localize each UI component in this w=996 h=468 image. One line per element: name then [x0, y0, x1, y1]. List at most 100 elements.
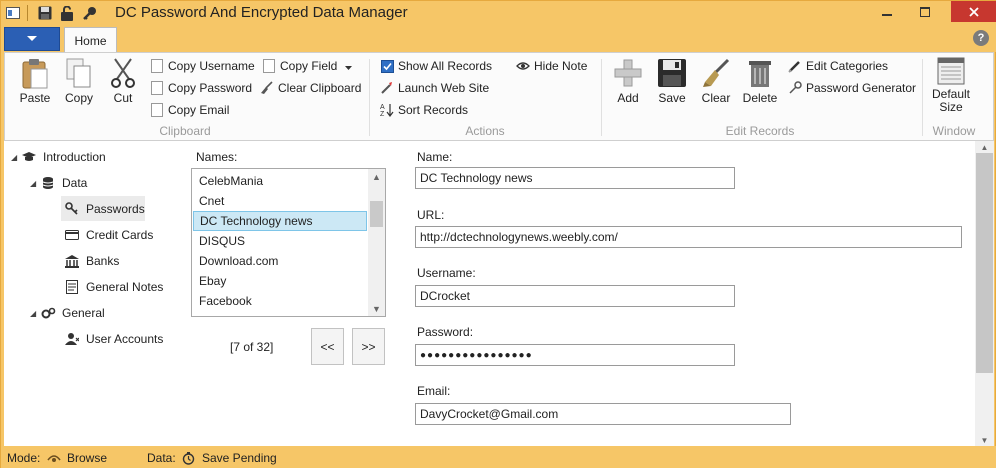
tree-item-passwords[interactable]: Passwords: [64, 199, 145, 219]
copy-button[interactable]: Copy: [59, 57, 99, 109]
password-generator-button[interactable]: Password Generator: [787, 79, 916, 97]
credit-card-icon: [64, 227, 80, 243]
group-label-actions: Actions: [465, 124, 505, 138]
group-label-window: Window: [932, 124, 976, 138]
list-item-selected[interactable]: DC Technology news: [193, 211, 367, 231]
tree-item-banks[interactable]: Banks: [64, 251, 119, 271]
copy-username-button[interactable]: Copy Username: [149, 57, 255, 75]
copy-icon: [63, 57, 95, 89]
edit-categories-button[interactable]: Edit Categories: [787, 57, 888, 75]
scrollbar-thumb[interactable]: [976, 153, 993, 373]
collapse-arrow-icon[interactable]: ◢: [30, 179, 40, 188]
title-bar: DC Password And Encrypted Data Manager: [1, 1, 996, 26]
eye-icon: [515, 58, 531, 74]
floppy-disk-icon: [656, 57, 688, 89]
app-icon[interactable]: [5, 5, 21, 21]
next-record-button[interactable]: >>: [352, 328, 385, 365]
database-icon: [40, 175, 56, 191]
list-item[interactable]: Ebay: [193, 271, 367, 291]
svg-text:A: A: [380, 104, 385, 111]
scroll-up-icon[interactable]: ▲: [975, 141, 994, 153]
application-menu-button[interactable]: [4, 27, 60, 51]
minimize-button[interactable]: [873, 1, 901, 23]
gears-icon: [40, 305, 56, 321]
scroll-up-icon[interactable]: ▲: [368, 169, 385, 184]
paste-button[interactable]: Paste: [15, 57, 55, 109]
scroll-down-icon[interactable]: ▼: [975, 434, 994, 446]
tree-item-credit-cards[interactable]: Credit Cards: [64, 225, 153, 245]
list-item[interactable]: CelebMania: [193, 171, 367, 191]
unlock-icon[interactable]: [59, 5, 75, 21]
window-title: DC Password And Encrypted Data Manager: [115, 4, 408, 21]
default-size-button[interactable]: Default Size: [929, 57, 973, 114]
key-icon: [787, 80, 803, 96]
pencil-icon: [787, 58, 803, 74]
chevron-down-icon: [27, 36, 37, 41]
main-scrollbar[interactable]: ▲ ▼: [975, 141, 994, 446]
plus-icon: [612, 57, 644, 89]
show-all-records-checkbox[interactable]: Show All Records: [379, 57, 492, 75]
copy-password-button[interactable]: Copy Password: [149, 79, 252, 97]
save-icon[interactable]: [37, 5, 53, 21]
url-label: URL:: [417, 208, 445, 222]
copy-field-dropdown[interactable]: Copy Field: [261, 57, 353, 75]
clear-clipboard-button[interactable]: Clear Clipboard: [259, 79, 361, 97]
group-label-clipboard: Clipboard: [159, 124, 211, 138]
add-button[interactable]: Add: [608, 57, 648, 109]
close-button[interactable]: [951, 1, 996, 22]
list-item[interactable]: Download.com: [193, 251, 367, 271]
scissors-icon: [107, 57, 139, 89]
cut-button[interactable]: Cut: [103, 57, 143, 109]
email-label: Email:: [417, 384, 451, 398]
name-field[interactable]: DC Technology news: [415, 167, 735, 189]
names-scrollbar[interactable]: ▲ ▼: [368, 169, 385, 316]
previous-record-button[interactable]: <<: [311, 328, 344, 365]
name-label: Name:: [417, 150, 453, 164]
names-listbox[interactable]: CelebMania Cnet DC Technology news DISQU…: [191, 168, 386, 317]
scroll-down-icon[interactable]: ▼: [368, 301, 385, 316]
username-field[interactable]: DCrocket: [415, 285, 735, 307]
mode-value: Browse: [67, 451, 108, 465]
status-bar: Mode: Browse Data: Save Pending: [1, 446, 996, 468]
delete-button[interactable]: Delete: [740, 57, 780, 109]
password-field[interactable]: ●●●●●●●●●●●●●●●●: [415, 344, 735, 366]
collapse-arrow-icon[interactable]: ◢: [11, 153, 21, 162]
paste-icon: [19, 57, 51, 89]
scrollbar-thumb[interactable]: [370, 201, 383, 227]
tree-item-general[interactable]: ◢ General: [30, 303, 105, 323]
key-icon[interactable]: [81, 5, 97, 21]
user-icon: [64, 331, 80, 347]
list-item[interactable]: DISQUS: [193, 231, 367, 251]
sort-az-icon: AZ: [379, 102, 395, 118]
maximize-button[interactable]: [911, 1, 939, 23]
list-item[interactable]: Cnet: [193, 191, 367, 211]
window-size-icon: [935, 57, 967, 85]
copy-icon: [149, 58, 165, 74]
tree-item-user-accounts[interactable]: User Accounts: [64, 329, 163, 349]
list-item[interactable]: Facebook: [193, 291, 367, 311]
username-label: Username:: [417, 266, 476, 280]
save-button[interactable]: Save: [652, 57, 692, 109]
data-status-value: Save Pending: [202, 451, 277, 465]
collapse-arrow-icon[interactable]: ◢: [30, 309, 40, 318]
tree-item-introduction[interactable]: ◢ Introduction: [11, 147, 106, 167]
email-field[interactable]: DavyCrocket@Gmail.com: [415, 403, 791, 425]
title-separator: [27, 5, 28, 21]
mode-label: Mode:: [7, 451, 41, 465]
sort-records-button[interactable]: AZ Sort Records: [379, 101, 468, 119]
clear-button[interactable]: Clear: [696, 57, 736, 109]
url-field[interactable]: http://dctechnologynews.weebly.com/: [415, 226, 962, 248]
launch-web-site-button[interactable]: Launch Web Site: [379, 79, 489, 97]
hide-note-button[interactable]: Hide Note: [515, 57, 587, 75]
group-separator: [601, 59, 602, 136]
svg-text:Z: Z: [380, 111, 385, 117]
copy-icon: [149, 102, 165, 118]
copy-email-button[interactable]: Copy Email: [149, 101, 229, 119]
main-content: ◢ Introduction ◢ Data Passwords Credit C…: [4, 141, 994, 446]
rocket-icon: [379, 80, 395, 96]
tree-item-data[interactable]: ◢ Data: [30, 173, 87, 193]
tab-home[interactable]: Home: [64, 27, 117, 53]
tree-item-general-notes[interactable]: General Notes: [64, 277, 163, 297]
record-counter: [7 of 32]: [230, 340, 274, 354]
help-button[interactable]: ?: [973, 30, 989, 46]
